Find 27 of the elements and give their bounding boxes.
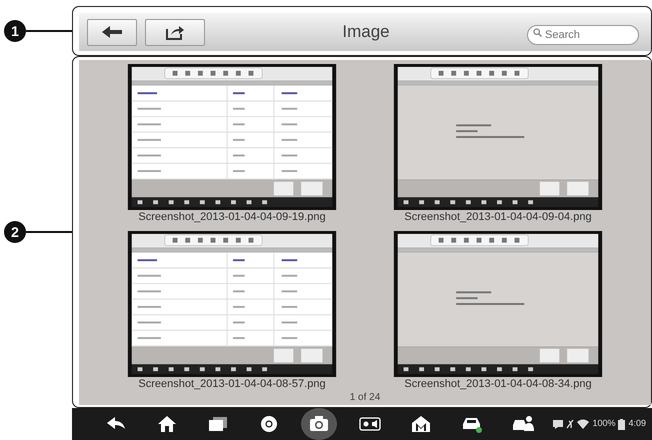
share-button[interactable] xyxy=(145,18,205,46)
back-arrow-icon xyxy=(101,25,123,39)
file-name: Screenshot_2013-01-04-04-09-19.png xyxy=(138,210,326,224)
clock-time: 4:09 xyxy=(628,417,646,430)
camera-icon xyxy=(308,414,330,434)
share-icon xyxy=(165,24,185,40)
file-name: Screenshot_2013-01-04-04-08-57.png xyxy=(138,377,326,391)
home-icon xyxy=(156,414,178,434)
wifi-icon xyxy=(577,419,590,429)
battery-percent: 100% xyxy=(592,417,616,430)
car-person-icon xyxy=(512,414,534,434)
windows-icon xyxy=(206,414,228,434)
leader-line xyxy=(26,231,72,233)
callout-number: 2 xyxy=(4,221,26,243)
back-button[interactable] xyxy=(87,18,137,46)
file-name: Screenshot_2013-01-04-04-08-34.png xyxy=(404,377,592,391)
battery-icon xyxy=(618,418,626,430)
message-icon xyxy=(553,420,564,428)
nav-button[interactable] xyxy=(301,408,337,440)
file-name: Screenshot_2013-01-04-04-09-04.png xyxy=(404,210,592,224)
mute-icon xyxy=(566,419,574,429)
house-m-icon xyxy=(410,414,432,434)
screen-title: Image xyxy=(341,21,391,44)
callout-number: 1 xyxy=(4,20,26,42)
page-counter: 1 of 24 xyxy=(350,392,380,405)
leader-line xyxy=(26,30,72,32)
search-field[interactable]: Search xyxy=(527,25,639,45)
